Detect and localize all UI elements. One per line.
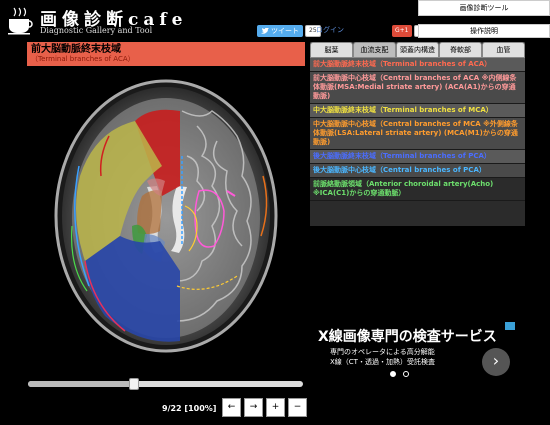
mri-brain-scan[interactable]: [27, 66, 305, 369]
slice-slider[interactable]: [28, 378, 303, 390]
region-item-pca-terminal[interactable]: 後大脳動脈終末枝域（Terminal branches of PCA）: [310, 150, 525, 164]
advertisement[interactable]: X線画像専門の検査サービス 専門のオペレータによる高分解能 X線（CT・透過・加…: [310, 322, 515, 382]
tweet-button[interactable]: ツイート: [257, 25, 303, 37]
manual-button[interactable]: 操作説明: [418, 24, 550, 38]
ad-title[interactable]: X線画像専門の検査サービス: [318, 326, 497, 346]
category-tabs: 脳葉 血流支配 頭蓋内構造 脊軟部 血管: [310, 42, 525, 58]
ad-description[interactable]: 専門のオペレータによる高分解能 X線（CT・透過・加熱）受託検査: [330, 347, 435, 367]
header: 画像診断cafe Diagnostic Gallery and Tool ツイー…: [0, 0, 550, 42]
zoom-in-button[interactable]: +: [266, 398, 285, 417]
diagnostic-tool-button[interactable]: 画像診断ツール: [418, 0, 550, 16]
login-link[interactable]: ログイン: [316, 25, 344, 35]
ad-line: X線（CT・透過・加熱）受託検査: [330, 358, 435, 366]
ad-choices-icon[interactable]: [505, 322, 515, 330]
tab-soft-tissue[interactable]: 脊軟部: [439, 42, 482, 58]
region-item-pca-central[interactable]: 後大脳動脈中心枝域（Central branches of PCA）: [310, 164, 525, 178]
tab-vessels[interactable]: 血管: [482, 42, 525, 58]
image-title: 前大脳動脈終末枝域: [31, 44, 121, 55]
region-item-acho[interactable]: 前脈絡動脈領域（Anterior choroidal artery(Acho) …: [310, 178, 525, 201]
region-item-aca-terminal[interactable]: 前大脳動脈終末枝域（Terminal branches of ACA）: [310, 58, 525, 72]
coffee-cup-icon: [8, 7, 33, 35]
slice-counter: 9/22 [100%]: [162, 404, 217, 413]
legend-panel: 脳葉 血流支配 頭蓋内構造 脊軟部 血管 前大脳動脈終末枝域（Terminal …: [310, 42, 525, 226]
zoom-out-button[interactable]: −: [288, 398, 307, 417]
tweet-share[interactable]: ツイート 25: [257, 24, 321, 38]
image-viewer: 前大脳動脈終末枝域 （Terminal branches of ACA）: [27, 42, 305, 369]
slider-fill: [28, 381, 134, 387]
tab-lobes[interactable]: 脳葉: [310, 42, 353, 58]
tab-vascular-territory[interactable]: 血流支配: [353, 42, 396, 58]
slider-thumb[interactable]: [129, 378, 139, 390]
twitter-bird-icon: [261, 27, 269, 34]
ad-line: 専門のオペレータによる高分解能: [330, 348, 435, 356]
image-title-bar: 前大脳動脈終末枝域 （Terminal branches of ACA）: [27, 42, 305, 66]
prev-slice-button[interactable]: ←: [222, 398, 241, 417]
mri-image[interactable]: [27, 66, 305, 369]
chevron-right-icon[interactable]: ›: [482, 348, 510, 376]
carousel-dot[interactable]: [390, 371, 396, 377]
gplus-button[interactable]: G+1: [392, 25, 412, 37]
region-item-mca-central[interactable]: 中大脳動脈中心枝域（Central branches of MCA ※外側線条体…: [310, 118, 525, 150]
tweet-label: ツイート: [271, 27, 299, 35]
region-item-mca-terminal[interactable]: 中大脳動脈終末枝域（Terminal branches of MCA）: [310, 104, 525, 118]
site-subtitle: Diagnostic Gallery and Tool: [40, 26, 153, 35]
tab-intracranial-structure[interactable]: 頭蓋内構造: [396, 42, 439, 58]
next-slice-button[interactable]: →: [244, 398, 263, 417]
carousel-dot[interactable]: [403, 371, 409, 377]
image-subtitle: （Terminal branches of ACA）: [31, 55, 135, 63]
region-item-aca-central[interactable]: 前大脳動脈中心枝域（Central branches of ACA ※内側線条体…: [310, 72, 525, 104]
pca-terminal-region[interactable]: [85, 236, 180, 342]
